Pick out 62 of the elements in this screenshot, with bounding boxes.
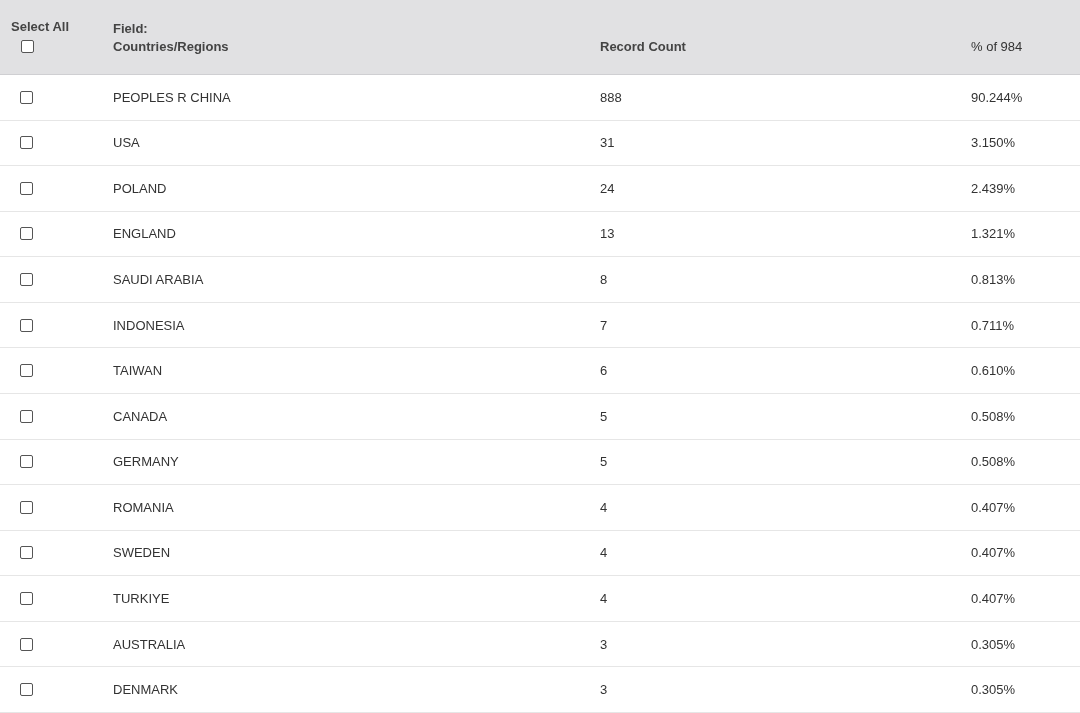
record-count-cell: 24 [600,180,615,196]
country-cell: DENMARK [113,682,178,698]
percent-cell: 0.305% [971,682,1016,698]
record-count-cell: 13 [600,226,615,242]
row-checkbox[interactable] [20,136,33,150]
column-header[interactable]: Countries/Regions [113,39,600,54]
country-cell: PEOPLES R CHINA [113,89,231,105]
column-header[interactable]: Record Count [600,39,971,54]
country-cell: TAIWAN [113,363,163,379]
country-cell: GERMANY [113,454,179,470]
row-checkbox[interactable] [20,591,33,605]
percent-cell: 0.711% [971,317,1015,333]
row-checkbox[interactable] [20,409,33,423]
field-label: Field: [113,21,149,36]
row-checkbox[interactable] [20,683,33,697]
record-count-cell: 7 [600,317,608,333]
percent-cell: 0.610% [971,363,1016,379]
record-count-cell: 5 [600,454,608,470]
record-count-cell: 888 [600,89,622,105]
row-checkbox[interactable] [20,227,33,241]
row-checkbox[interactable] [20,637,33,651]
row-checkbox[interactable] [20,455,33,469]
country-cell: INDONESIA [113,317,185,333]
record-count-cell: 5 [600,408,608,424]
country-cell: USA [113,135,140,151]
select-all-checkbox[interactable] [21,40,34,53]
percent-cell: 90.244% [971,89,1023,105]
row-checkbox[interactable] [20,546,33,560]
percent-cell: 1.321% [971,226,1016,242]
record-count-cell: 4 [600,590,608,606]
record-count-cell: 4 [600,499,608,515]
row-checkbox[interactable] [20,90,33,104]
select-all-label: Select All [11,19,71,34]
country-cell: ROMANIA [113,499,174,515]
percent-cell: 0.305% [971,636,1016,652]
record-count-cell: 8 [600,272,608,288]
record-count-cell: 3 [600,636,608,652]
row-checkbox[interactable] [20,181,33,195]
percent-cell: 3.150% [971,135,1016,151]
country-cell: AUSTRALIA [113,636,186,652]
percent-cell: 0.407% [971,590,1016,606]
percent-cell: 0.407% [971,545,1016,561]
percent-cell: 0.813% [971,272,1016,288]
column-header[interactable]: % of 984 [971,39,1080,54]
percent-cell: 0.508% [971,454,1016,470]
row-checkbox[interactable] [20,364,33,378]
percent-cell: 0.508% [971,408,1016,424]
country-cell: SWEDEN [113,545,171,561]
record-count-cell: 31 [600,135,615,151]
country-cell: ENGLAND [113,226,176,242]
record-count-cell: 6 [600,363,608,379]
record-count-cell: 4 [600,545,608,561]
country-cell: SAUDI ARABIA [113,272,204,288]
percent-cell: 2.439% [971,180,1016,196]
row-checkbox[interactable] [20,500,33,514]
row-checkbox[interactable] [20,318,33,332]
country-cell: CANADA [113,408,168,424]
record-count-cell: 3 [600,682,608,698]
percent-cell: 0.407% [971,499,1016,515]
row-checkbox[interactable] [20,273,33,287]
country-cell: POLAND [113,180,167,196]
country-cell: TURKIYE [113,590,170,606]
